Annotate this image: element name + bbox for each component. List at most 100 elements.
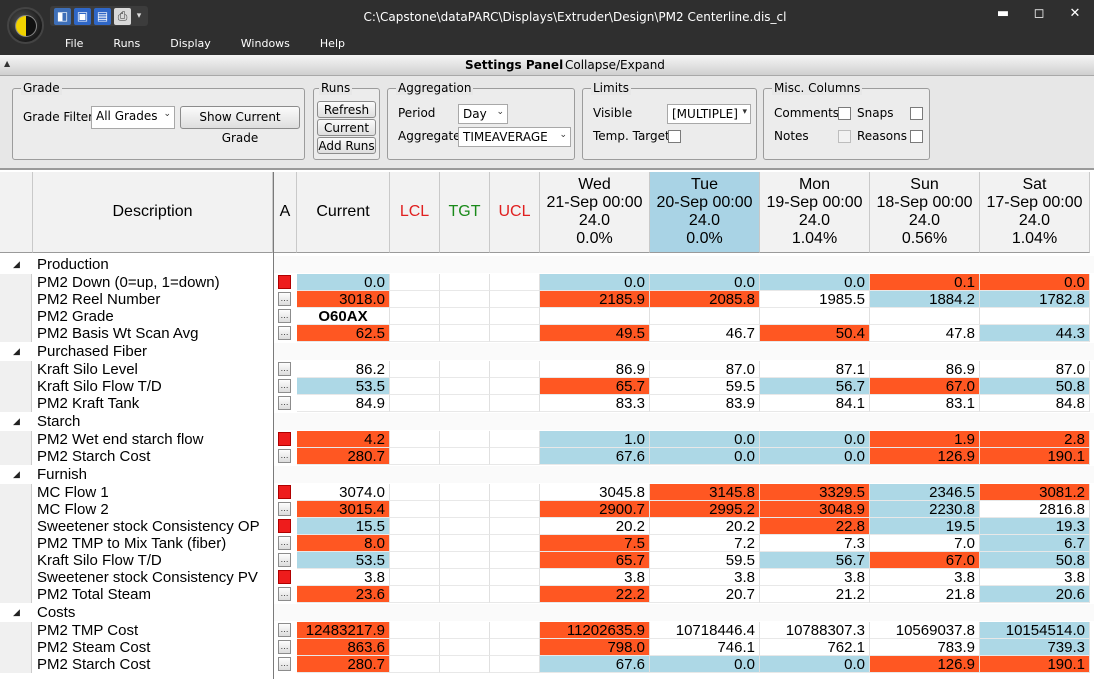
tgt-cell[interactable] bbox=[440, 518, 490, 535]
tgt-cell[interactable] bbox=[440, 274, 490, 291]
current-value-cell[interactable]: 280.7 bbox=[297, 448, 390, 465]
day-value-cell[interactable]: 10718446.4 bbox=[650, 622, 760, 639]
current-value-cell[interactable]: 23.6 bbox=[297, 586, 390, 603]
day-value-cell[interactable] bbox=[760, 308, 870, 325]
table-row[interactable]: PM2 Starch Cost… 280.7 67.6 0.0 0.0 126.9 190.… bbox=[0, 448, 1094, 465]
minimize-button[interactable]: ▬ bbox=[990, 4, 1016, 24]
details-button[interactable]: … bbox=[278, 623, 291, 637]
day-value-cell[interactable]: 190.1 bbox=[980, 656, 1090, 673]
current-value-cell[interactable]: O60AX bbox=[297, 308, 390, 325]
details-button[interactable]: … bbox=[278, 640, 291, 654]
table-row[interactable]: Kraft Silo Flow T/D … 53.5 65.7 59.5 56.7 67.0… bbox=[0, 552, 1094, 569]
tgt-cell[interactable] bbox=[440, 308, 490, 325]
lcl-cell[interactable] bbox=[390, 501, 440, 518]
day-value-cell[interactable] bbox=[650, 308, 760, 325]
day-value-cell[interactable]: 56.7 bbox=[760, 378, 870, 395]
day-value-cell[interactable]: 2.8 bbox=[980, 431, 1090, 448]
day-value-cell[interactable]: 0.0 bbox=[760, 656, 870, 673]
notes-checkbox[interactable] bbox=[838, 130, 851, 143]
lcl-cell[interactable] bbox=[390, 535, 440, 552]
group-row[interactable]: ◢ Production bbox=[0, 256, 1094, 273]
refresh-button[interactable]: Refresh bbox=[317, 101, 376, 118]
lcl-cell[interactable] bbox=[390, 448, 440, 465]
row-indicator[interactable] bbox=[0, 274, 32, 291]
ucl-cell[interactable] bbox=[490, 395, 540, 412]
add-runs-button[interactable]: Add Runs bbox=[317, 137, 376, 154]
alarm-indicator-icon[interactable] bbox=[278, 432, 291, 446]
details-button[interactable]: … bbox=[278, 396, 291, 410]
day-value-cell[interactable]: 22.8 bbox=[760, 518, 870, 535]
menu-display[interactable]: Display bbox=[155, 37, 226, 50]
tgt-cell[interactable] bbox=[440, 291, 490, 308]
day-value-cell[interactable]: 22.2 bbox=[540, 586, 650, 603]
tgt-cell[interactable] bbox=[440, 535, 490, 552]
row-indicator[interactable] bbox=[0, 639, 32, 656]
details-button[interactable]: … bbox=[278, 326, 291, 340]
day-value-cell[interactable]: 11202635.9 bbox=[540, 622, 650, 639]
table-row[interactable]: PM2 Grade … O60AX bbox=[0, 308, 1094, 325]
row-indicator[interactable] bbox=[0, 291, 32, 308]
day-value-cell[interactable]: 2230.8 bbox=[870, 501, 980, 518]
tgt-cell[interactable] bbox=[440, 656, 490, 673]
details-button[interactable]: … bbox=[278, 553, 291, 567]
tgt-cell[interactable] bbox=[440, 431, 490, 448]
ucl-cell[interactable] bbox=[490, 431, 540, 448]
day-value-cell[interactable]: 59.5 bbox=[650, 552, 760, 569]
ucl-cell[interactable] bbox=[490, 639, 540, 656]
menu-windows[interactable]: Windows bbox=[226, 37, 305, 50]
lcl-cell[interactable] bbox=[390, 361, 440, 378]
day-value-cell[interactable]: 3.8 bbox=[540, 569, 650, 586]
day-value-cell[interactable]: 0.0 bbox=[650, 431, 760, 448]
row-indicator[interactable] bbox=[0, 325, 32, 342]
visible-combo[interactable]: [MULTIPLE] ▾ bbox=[667, 104, 751, 124]
day-column-header-mon[interactable]: Mon 19-Sep 00:00 24.0 1.04% bbox=[760, 172, 870, 253]
tgt-cell[interactable] bbox=[440, 448, 490, 465]
day-value-cell[interactable]: 3045.8 bbox=[540, 484, 650, 501]
day-value-cell[interactable]: 0.0 bbox=[760, 448, 870, 465]
day-value-cell[interactable]: 798.0 bbox=[540, 639, 650, 656]
day-value-cell[interactable]: 3.8 bbox=[650, 569, 760, 586]
row-indicator[interactable] bbox=[0, 586, 32, 603]
row-indicator[interactable] bbox=[0, 484, 32, 501]
collapse-triangle-icon[interactable]: ◢ bbox=[13, 260, 20, 270]
table-row[interactable]: Kraft Silo Level… 86.2 86.9 87.0 87.1 86.9 87.… bbox=[0, 361, 1094, 378]
table-row[interactable]: MC Flow 1 3074.0 3045.8 3145.8 3329.5 2346.5 3… bbox=[0, 484, 1094, 501]
day-value-cell[interactable]: 46.7 bbox=[650, 325, 760, 342]
day-value-cell[interactable]: 50.4 bbox=[760, 325, 870, 342]
details-button[interactable]: … bbox=[278, 449, 291, 463]
day-value-cell[interactable]: 20.2 bbox=[540, 518, 650, 535]
show-current-grade-button[interactable]: Show Current Grade bbox=[180, 106, 300, 145]
row-indicator[interactable] bbox=[0, 622, 32, 639]
close-button[interactable]: ✕ bbox=[1062, 4, 1088, 24]
day-value-cell[interactable]: 50.8 bbox=[980, 378, 1090, 395]
lcl-cell[interactable] bbox=[390, 308, 440, 325]
row-indicator[interactable] bbox=[0, 569, 32, 586]
lcl-cell[interactable] bbox=[390, 395, 440, 412]
group-row[interactable]: ◢ Purchased Fiber bbox=[0, 343, 1094, 360]
day-value-cell[interactable]: 67.0 bbox=[870, 552, 980, 569]
ucl-cell[interactable] bbox=[490, 552, 540, 569]
current-value-cell[interactable]: 3074.0 bbox=[297, 484, 390, 501]
tgt-cell[interactable] bbox=[440, 484, 490, 501]
group-row[interactable]: ◢ Furnish bbox=[0, 466, 1094, 483]
ucl-cell[interactable] bbox=[490, 535, 540, 552]
current-value-cell[interactable]: 0.0 bbox=[297, 274, 390, 291]
table-row[interactable]: Sweetener stock Consistency OP 15.5 20.2 20… bbox=[0, 518, 1094, 535]
day-value-cell[interactable]: 56.7 bbox=[760, 552, 870, 569]
table-row[interactable]: PM2 TMP to Mix Tank (fiber) … 8.0 7.5 7.2 7.3… bbox=[0, 535, 1094, 552]
day-value-cell[interactable]: 2900.7 bbox=[540, 501, 650, 518]
day-value-cell[interactable]: 65.7 bbox=[540, 378, 650, 395]
lcl-cell[interactable] bbox=[390, 291, 440, 308]
current-value-cell[interactable]: 84.9 bbox=[297, 395, 390, 412]
lcl-cell[interactable] bbox=[390, 622, 440, 639]
current-value-cell[interactable]: 53.5 bbox=[297, 378, 390, 395]
day-value-cell[interactable]: 762.1 bbox=[760, 639, 870, 656]
day-value-cell[interactable]: 10788307.3 bbox=[760, 622, 870, 639]
current-button[interactable]: Current bbox=[317, 119, 376, 136]
tgt-cell[interactable] bbox=[440, 552, 490, 569]
current-value-cell[interactable]: 8.0 bbox=[297, 535, 390, 552]
day-value-cell[interactable]: 0.0 bbox=[540, 274, 650, 291]
reasons-checkbox[interactable] bbox=[910, 130, 923, 143]
current-value-cell[interactable]: 12483217.9 bbox=[297, 622, 390, 639]
day-value-cell[interactable]: 84.1 bbox=[760, 395, 870, 412]
